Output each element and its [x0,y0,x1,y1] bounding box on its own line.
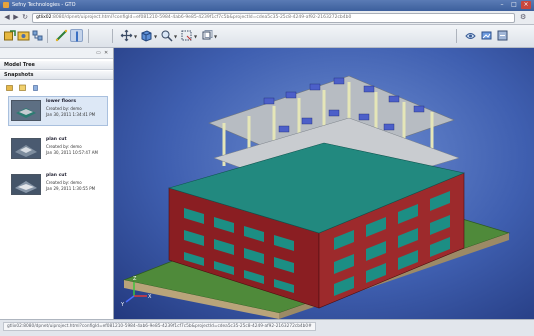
chevron-down-icon[interactable]: ▼ [174,34,177,39]
model-tree-icon[interactable] [31,29,44,42]
reload-icon[interactable]: ↻ [21,13,29,21]
snapshot-creator: Created by: demo [46,180,82,185]
url-input[interactable]: gtlix02:8080/dpnet/uiproject.html?config… [32,13,515,23]
app-toolbar: ▼ ▼ ▼ ▼ ▼ [0,25,534,48]
snapshot-name: plan cut [46,137,67,142]
url-host: gtlix02 [36,15,52,20]
chevron-down-icon[interactable]: ▼ [214,34,217,39]
snapshot-date: Jan 29, 2011 1:30:55 PM [46,186,96,191]
snapshot-thumbnail [11,100,41,121]
rotate-icon[interactable] [200,29,213,42]
add-snapshot-icon[interactable] [6,84,13,91]
zoom-icon[interactable] [160,29,173,42]
snapshot-name: plan cut [46,173,67,178]
axis-y-label: Y [120,302,125,308]
status-bar: gtlix02:8080/dpnet/uiproject.html?config… [0,319,534,336]
snapshot-thumbnail [11,174,41,195]
toolbar-separator [88,29,89,43]
address-bar: ◀ ▶ ↻ gtlix02:8080/dpnet/uiproject.html?… [0,11,534,25]
hide-icon[interactable] [464,29,477,42]
maximize-button[interactable]: □ [509,1,519,9]
cube-view-icon[interactable] [140,29,153,42]
delete-snapshot-icon[interactable] [32,84,39,91]
axis-x-label: X [148,294,152,300]
edit-snapshot-icon[interactable] [19,84,26,91]
snapshot-date: Jan 30, 2011 10:57:47 AM [46,150,98,155]
snapshot-actions [6,84,39,91]
back-icon[interactable]: ◀ [3,13,11,21]
panel-restore-icon[interactable]: ▭ [96,50,101,56]
settings-icon[interactable] [496,29,509,42]
toolbar-separator [112,29,113,43]
toolbar-separator [47,29,48,43]
toolbar-separator [456,29,457,43]
snapshot-thumbnail [11,138,41,159]
wrench-icon[interactable]: ⚙ [520,13,528,21]
axis-z-label: Z [133,276,137,282]
close-button[interactable]: × [521,1,531,9]
snapshot-name: lower floors [46,99,77,104]
title-bar: Sefny Technologies - GTO – □ × [0,0,534,11]
snapshot-icon[interactable] [17,29,30,42]
snapshots-header[interactable]: Snapshots [0,71,113,80]
snapshot-creator: Created by: demo [46,144,82,149]
chevron-down-icon[interactable]: ▼ [194,34,197,39]
measure-icon[interactable] [55,29,68,42]
snapshot-item[interactable]: lower floors Created by: demo Jan 30, 20… [8,96,108,126]
snapshot-date: Jan 30, 2011 1:34:41 PM [46,112,96,117]
window-title: Sefny Technologies - GTO [12,2,76,8]
chevron-down-icon[interactable]: ▼ [134,34,137,39]
snapshot-item[interactable]: plan cut Created by: demo Jan 30, 2011 1… [8,134,108,164]
panel-controls: ▭ ✕ [0,48,113,59]
left-panel: ▭ ✕ Model Tree Snapshots lower floors Cr… [0,48,114,319]
forward-icon[interactable]: ▶ [12,13,20,21]
window-controls: – □ × [497,1,531,9]
model-tree-header[interactable]: Model Tree [0,61,113,70]
app-favicon-icon [3,2,9,8]
building-model: Z X Y [120,75,511,319]
snapshot-item[interactable]: plan cut Created by: demo Jan 29, 2011 1… [8,170,108,200]
snapshot-creator: Created by: demo [46,106,82,111]
section-icon[interactable] [70,29,83,42]
minimize-button[interactable]: – [497,1,507,9]
pan-icon[interactable] [120,29,133,42]
chevron-down-icon[interactable]: ▼ [154,34,157,39]
url-path: :8080/dpnet/uiproject.html?configId=ef08… [51,15,352,20]
3d-viewport[interactable]: Z X Y [114,48,534,319]
panel-close-icon[interactable]: ✕ [104,50,108,56]
open-model-icon[interactable] [3,29,16,42]
show-all-icon[interactable] [480,29,493,42]
box-select-icon[interactable] [180,29,193,42]
status-url: gtlix02:8080/dpnet/uiproject.html?config… [3,322,316,331]
